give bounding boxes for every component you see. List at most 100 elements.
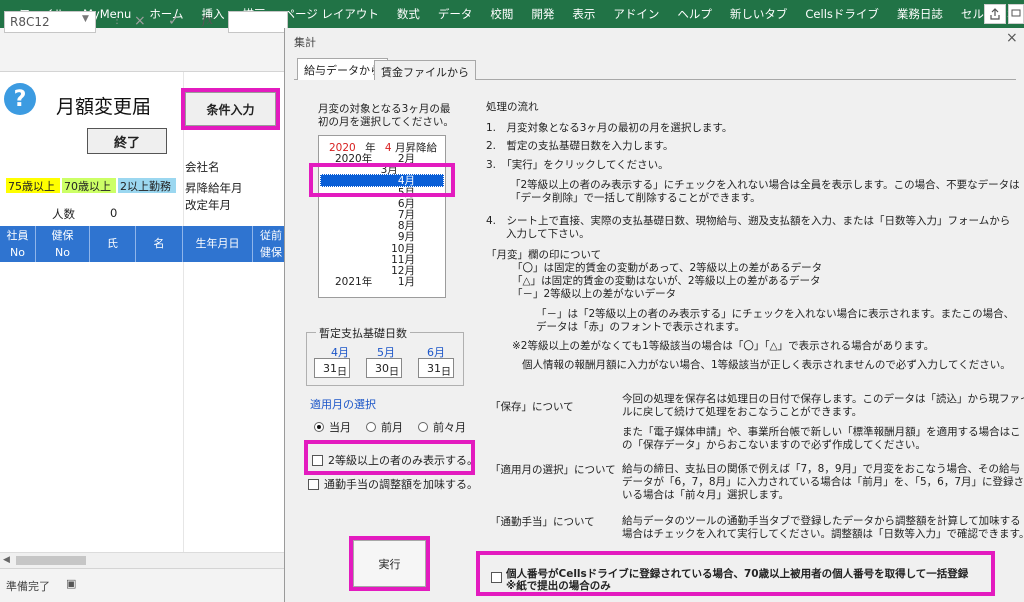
step-3: 3. 「実行」をクリックしてください。 xyxy=(486,159,669,171)
step-3-note: 「2等級以上の者のみ表示する」にチェックを入れない場合は全員を表示します。この場… xyxy=(510,179,1020,191)
process-title: 処理の流れ xyxy=(486,101,539,113)
list-item[interactable]: 2021年 1月 xyxy=(335,276,443,288)
list-item[interactable]: 8月 xyxy=(335,220,443,232)
apply-title: 「適用月の選択」について xyxy=(490,464,616,476)
ribbon-tab-formulas[interactable]: 数式 xyxy=(388,6,429,22)
sheet-title: 月額変更届 xyxy=(56,96,152,118)
scroll-left-icon[interactable]: ◀ xyxy=(3,555,10,565)
header-health-no: 健保 No xyxy=(36,226,90,262)
fx-icon[interactable]: fx xyxy=(202,13,213,27)
ribbon-tab-new-tab[interactable]: 新しいタブ xyxy=(721,6,797,22)
ribbon-tab-page-layout[interactable]: ページ レイアウト xyxy=(274,6,387,22)
status-bar: 準備完了 ▣ xyxy=(0,568,290,602)
radio-dot[interactable] xyxy=(366,422,376,432)
days-input-april[interactable]: 31 日 xyxy=(314,358,350,378)
ribbon-bar: ファイル MyMenu ホーム 挿入 描画 ページ レイアウト 数式 データ 校… xyxy=(0,0,1024,28)
my-number-label: 個人番号がCellsドライブに登録されている場合、70歳以上被用者の個人番号を取… xyxy=(506,568,969,592)
checkbox[interactable] xyxy=(308,478,319,490)
mark-title: 「月変」欄の印について xyxy=(486,249,602,261)
raise-month-label: 昇降給年月 xyxy=(185,181,243,195)
list-item[interactable]: 10月 xyxy=(335,243,443,255)
step-2: 2. 暫定の支払基礎日数を入力します。 xyxy=(486,140,674,152)
ribbon-tab-data[interactable]: データ xyxy=(429,6,482,22)
save-title: 「保存」について xyxy=(490,401,574,413)
horizontal-scrollbar[interactable]: ◀ xyxy=(0,552,290,568)
days-input-june[interactable]: 31 日 xyxy=(418,358,454,378)
list-item[interactable]: 11月 xyxy=(335,254,443,266)
comment-icon[interactable] xyxy=(1008,4,1024,24)
scrollbar-thumb[interactable] xyxy=(16,556,86,565)
checkbox-my-number[interactable] xyxy=(491,572,502,583)
headcount-value: 0 xyxy=(110,206,118,220)
list-item-selected[interactable]: 4月 xyxy=(335,176,443,187)
check-icon[interactable]: ✓ xyxy=(168,13,180,29)
header-birthdate: 生年月日 xyxy=(183,226,253,262)
ribbon-tab-cells-drive[interactable]: Cellsドライブ xyxy=(796,6,888,22)
legend-multi-work: 2以上勤務 xyxy=(118,178,176,193)
header-employee-no: 社員 No xyxy=(0,226,36,262)
checkbox[interactable] xyxy=(312,454,323,466)
save-text: また「電子媒体申請」や、事業所台帳で新しい「標準報酬月額」を適用する場合はこ xyxy=(622,426,1021,438)
month-listbox[interactable]: 2020 年 4 月昇降給 2020年 2月 3月 4月 5月 6月 7月 8月 … xyxy=(318,135,446,298)
company-label: 会社名 xyxy=(185,160,220,174)
mark-note: データは「赤」のフォントで表示されます。 xyxy=(536,321,745,333)
radio-dot[interactable] xyxy=(418,422,428,432)
commute-text: 給与データのツールの通勤手当タブで登録したデータから調整額を計算して加味する xyxy=(622,515,1021,527)
formula-bar xyxy=(0,28,290,72)
ribbon-tab-home[interactable]: ホーム xyxy=(140,6,192,22)
checkbox-grade2-only[interactable]: 2等級以上の者のみ表示する。 xyxy=(312,452,478,468)
apply-text: データが「6，7，8月」に入力されている場合は「前月」を、「5，6，7月」に登録… xyxy=(622,476,1024,488)
ribbon-tab-addins[interactable]: アドイン xyxy=(604,6,668,22)
header-given-name: 名 xyxy=(136,226,183,262)
ribbon-tab-work-diary[interactable]: 業務日誌 xyxy=(888,6,952,22)
mark-line: 「△」は固定的賃金の変動はないが、2等級以上の差があるデータ xyxy=(512,275,821,287)
more-icon: ⋮ xyxy=(112,15,122,26)
execute-button[interactable]: 実行 xyxy=(353,540,426,587)
mark-line: 「〇」は固定的賃金の変動があって、2等級以上の差があるデータ xyxy=(512,262,823,274)
list-item[interactable]: 6月 xyxy=(335,198,443,210)
help-icon[interactable]: ? xyxy=(4,83,36,115)
step-4: 4. シート上で直接、実際の支払基礎日数、現物給与、遡及支払額を入力、または「日… xyxy=(486,215,1011,227)
macro-record-icon[interactable]: ▣ xyxy=(66,577,76,590)
commute-text: 場合はチェックを入れて実行してください。調整額は「日数等入力」で確認できます。 xyxy=(622,528,1024,540)
save-text: 今回の処理を保存名は処理日の日付で保存します。このデータは「読込」から現ファイ xyxy=(622,393,1024,405)
radio-dot[interactable] xyxy=(314,422,324,432)
tab-wage-file[interactable]: 賃金ファイルから xyxy=(374,60,476,80)
radio-previous-month[interactable]: 前月 xyxy=(366,419,403,435)
status-text: 準備完了 xyxy=(6,580,50,593)
headcount-label: 人数 xyxy=(52,207,75,221)
revision-month-label: 改定年月 xyxy=(185,198,231,212)
step-1: 1. 月変対象となる3ヶ月の最初の月を選択します。 xyxy=(486,122,733,134)
list-item[interactable]: 9月 xyxy=(335,232,443,243)
ribbon-tab-review[interactable]: 校閲 xyxy=(481,6,522,22)
days-input-may[interactable]: 30 日 xyxy=(366,358,402,378)
ribbon-tab-developer[interactable]: 開発 xyxy=(522,6,563,22)
provisional-days-label: 暫定支払基礎日数 xyxy=(316,325,410,341)
step-3-note: 「データ削除」で一括して削除することができます。 xyxy=(510,192,761,204)
ribbon-tab-view[interactable]: 表示 xyxy=(563,6,604,22)
ribbon-tab-help[interactable]: ヘルプ xyxy=(668,6,721,22)
radio-two-months-prior[interactable]: 前々月 xyxy=(418,419,466,435)
condition-input-button[interactable]: 条件入力 xyxy=(185,92,276,126)
note-b: 個人情報の報酬月額に入力がない場合、1等級該当が正しく表示されませんので必ず入力… xyxy=(522,359,1011,371)
chevron-down-icon[interactable]: ▼ xyxy=(82,14,89,24)
checkbox-commute[interactable]: 通勤手当の調整額を加味する。 xyxy=(308,476,478,492)
radio-current-month[interactable]: 当月 xyxy=(314,419,351,435)
cancel-icon[interactable]: × xyxy=(134,13,146,29)
month-select-instructions: 月変の対象となる3ヶ月の最初の月を選択してください。 xyxy=(318,103,454,128)
column-divider xyxy=(183,72,184,552)
save-text: の「保存データ」からおこないますので必ず作成してください。 xyxy=(622,439,926,451)
note-a: ※2等級以上の差がなくても1等級該当の場合は「〇」「△」で表示される場合がありま… xyxy=(512,340,935,352)
apply-text: いる場合は「前々月」選択します。 xyxy=(622,489,789,501)
close-icon[interactable]: × xyxy=(1006,30,1018,46)
formula-input[interactable] xyxy=(228,11,288,33)
save-text: ルに戻して続けて処理をおこなうことができます。 xyxy=(622,406,863,418)
commute-title: 「通勤手当」について xyxy=(490,516,595,528)
apply-text: 給与の締日、支払日の関係で例えば「7，8，9月」で月変をおこなう場合、その給与 xyxy=(622,463,1021,475)
header-surname: 氏 xyxy=(90,226,136,262)
mark-line: 「－」2等級以上の差がないデータ xyxy=(512,288,677,300)
list-item[interactable]: 7月 xyxy=(335,209,443,221)
dialog-title: 集計 xyxy=(294,36,316,49)
share-icon[interactable] xyxy=(984,4,1006,24)
end-button[interactable]: 終了 xyxy=(87,128,167,154)
